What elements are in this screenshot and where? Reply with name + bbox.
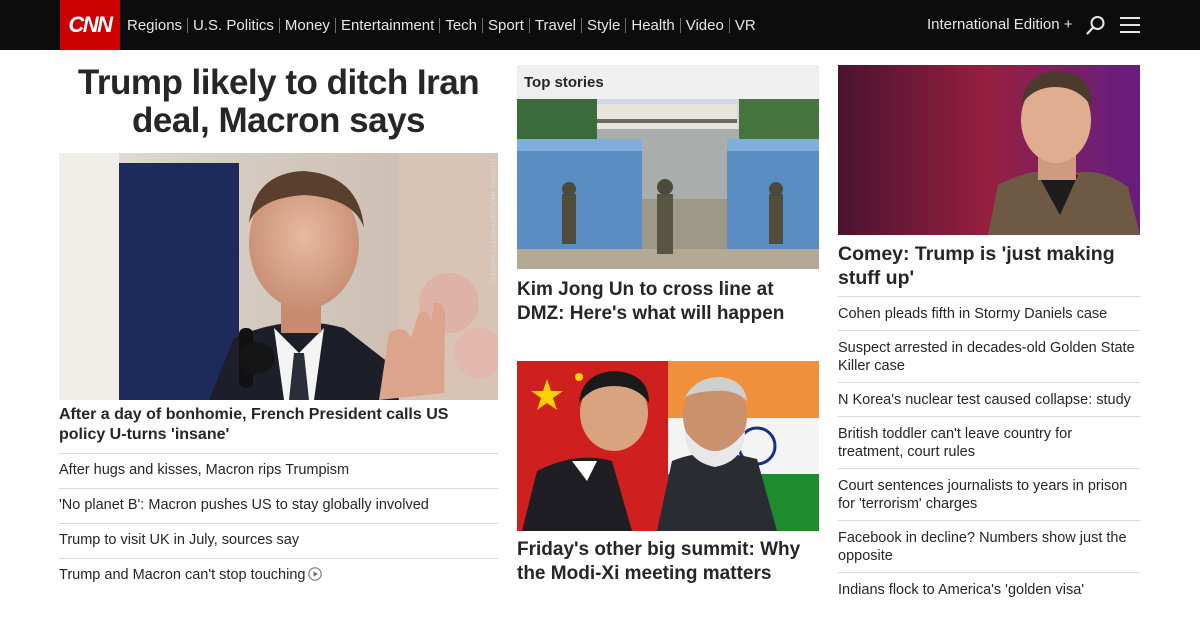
modi-xi-headline[interactable]: Friday's other big summit: Why the Modi-… xyxy=(517,538,819,586)
dmz-photo-graphic xyxy=(517,99,819,269)
lead-headline[interactable]: Trump likely to ditch Iran deal, Macron … xyxy=(59,64,498,140)
nav-link-video[interactable]: Video xyxy=(675,17,724,34)
nav-link-us-politics[interactable]: U.S. Politics xyxy=(182,17,274,34)
nav-link-health[interactable]: Health xyxy=(620,17,674,34)
nav-link-vr[interactable]: VR xyxy=(724,17,756,34)
headlines-list: Cohen pleads fifth in Stormy Daniels cas… xyxy=(838,296,1140,606)
list-item-text: After hugs and kisses, Macron rips Trump… xyxy=(59,462,350,478)
photo-credit: LUDOVIC MARIN/AFP/GETTY IMAGES xyxy=(489,159,495,282)
nav-links: Regions U.S. Politics Money Entertainmen… xyxy=(127,0,756,50)
cnn-logo[interactable]: CNN xyxy=(60,0,120,50)
nav-link-money[interactable]: Money xyxy=(274,17,330,34)
list-item[interactable]: Court sentences journalists to years in … xyxy=(838,468,1140,520)
list-item[interactable]: British toddler can't leave country for … xyxy=(838,416,1140,468)
list-item[interactable]: Cohen pleads fifth in Stormy Daniels cas… xyxy=(838,296,1140,330)
dmz-headline[interactable]: Kim Jong Un to cross line at DMZ: Here's… xyxy=(517,278,819,326)
nav-link-regions[interactable]: Regions xyxy=(127,17,182,34)
search-icon[interactable] xyxy=(1086,15,1106,35)
list-item[interactable]: Trump to visit UK in July, sources say xyxy=(59,523,498,558)
modi-xi-photo[interactable] xyxy=(517,361,819,531)
list-item[interactable]: Suspect arrested in decades-old Golden S… xyxy=(838,330,1140,382)
lead-subheadline[interactable]: After a day of bonhomie, French Presiden… xyxy=(59,405,498,445)
nav-link-style[interactable]: Style xyxy=(576,17,620,34)
list-item[interactable]: Indians flock to America's 'golden visa' xyxy=(838,572,1140,606)
macron-photo[interactable]: LUDOVIC MARIN/AFP/GETTY IMAGES xyxy=(59,153,504,400)
play-icon xyxy=(308,567,323,581)
related-stories-list: After hugs and kisses, Macron rips Trump… xyxy=(59,453,498,593)
list-item-text: Trump and Macron can't stop touching xyxy=(59,567,306,583)
section-title: Top stories xyxy=(517,65,819,99)
list-item[interactable]: After hugs and kisses, Macron rips Trump… xyxy=(59,453,498,488)
modi-xi-photo-graphic xyxy=(517,361,819,531)
list-item[interactable]: 'No planet B': Macron pushes US to stay … xyxy=(59,488,498,523)
comey-photo-graphic xyxy=(838,65,1140,235)
top-nav: CNN Regions U.S. Politics Money Entertai… xyxy=(0,0,1200,50)
list-item-text: 'No planet B': Macron pushes US to stay … xyxy=(59,497,429,513)
nav-link-travel[interactable]: Travel xyxy=(524,17,576,34)
menu-icon[interactable] xyxy=(1120,16,1140,34)
dmz-photo[interactable] xyxy=(517,99,819,269)
list-item[interactable]: Facebook in decline? Numbers show just t… xyxy=(838,520,1140,572)
comey-photo[interactable] xyxy=(838,65,1140,235)
nav-link-sport[interactable]: Sport xyxy=(477,17,524,34)
nav-link-entertainment[interactable]: Entertainment xyxy=(330,17,434,34)
comey-headline[interactable]: Comey: Trump is 'just making stuff up' xyxy=(838,242,1140,290)
list-item[interactable]: N Korea's nuclear test caused collapse: … xyxy=(838,382,1140,416)
edition-selector[interactable]: International Edition + xyxy=(927,16,1073,33)
nav-link-tech[interactable]: Tech xyxy=(434,17,477,34)
list-item[interactable]: Trump and Macron can't stop touching xyxy=(59,558,498,593)
macron-photo-graphic xyxy=(59,153,504,400)
cnn-logo-text: CNN xyxy=(68,12,113,37)
lead-story-column: Trump likely to ditch Iran deal, Macron … xyxy=(59,50,504,583)
list-item-text: Trump to visit UK in July, sources say xyxy=(59,532,300,548)
